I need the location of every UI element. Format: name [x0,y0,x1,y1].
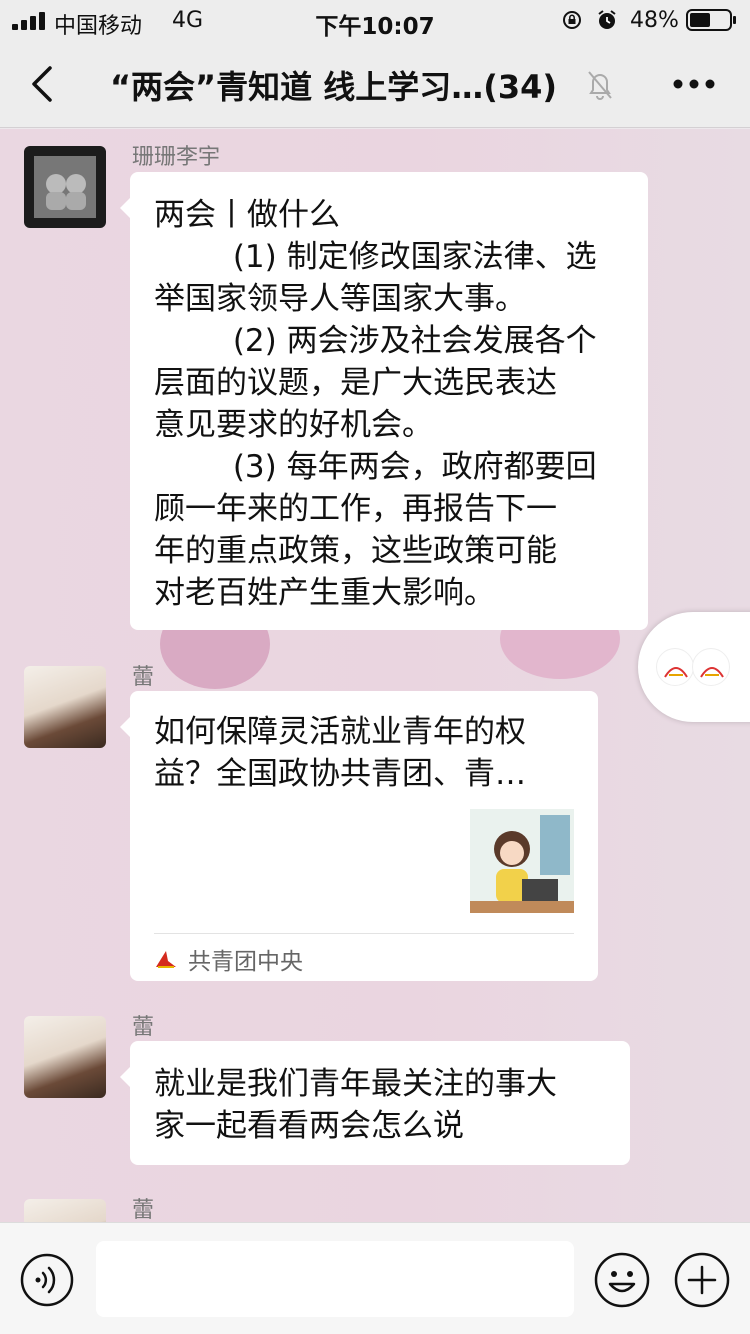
link-card[interactable]: 如何保障灵活就业青年的权 益？全国政协共青团、青… 共青团中央 [120,691,598,981]
avatar[interactable] [24,666,106,748]
bears-avatar-icon [34,156,96,218]
plus-circle-icon[interactable] [674,1252,730,1308]
message-line: (1) 制定修改国家法律、选 [154,239,597,275]
message-line: 顾一年来的工作，再报告下一 [154,491,557,527]
status-bar: 中国移动 4G 下午10:07 48% [0,0,750,40]
smiley-icon[interactable] [594,1252,650,1308]
input-bar [0,1222,750,1334]
chat-title: “两会”青知道 线上学习…(34) [110,68,557,106]
mini-program-logo-icon [692,648,730,686]
message-line: 家一起看看两会怎么说 [154,1108,464,1144]
chat-header: “两会”青知道 线上学习…(34) [0,40,750,128]
divider [154,933,574,934]
message-input[interactable] [96,1241,574,1317]
sender-name: 珊珊李宇 [132,145,221,170]
message-line: 意见要求的好机会。 [154,407,433,443]
message-line: 两会丨做什么 [154,197,340,233]
alarm-icon [598,10,616,29]
more-icon[interactable] [672,78,716,90]
message-line: 层面的议题，是广大选民表达 [154,365,557,401]
floating-mini-program-button[interactable] [638,612,750,722]
voice-icon[interactable] [20,1253,74,1307]
sender-name: 蕾 [132,665,155,690]
avatar[interactable] [24,146,106,228]
battery-icon [686,9,736,31]
avatar[interactable] [24,1016,106,1098]
card-source-name: 共青团中央 [188,949,303,975]
card-title-line: 益？全国政协共青团、青… [154,756,526,792]
message-line: 年的重点政策，这些政策可能 [154,533,557,569]
message-line: 就业是我们青年最关注的事大 [154,1066,557,1102]
message-line: 对老百姓产生重大影响。 [154,575,495,611]
message-list[interactable]: 珊珊李宇 两会丨做什么 (1) 制定修改国家法律、选 举国家领导人等国家大事。 … [0,129,750,1222]
back-icon[interactable] [28,64,58,104]
message-line: 举国家领导人等国家大事。 [154,281,526,317]
battery-percent: 48% [630,8,679,33]
youth-league-logo-icon [156,951,176,968]
card-thumbnail [470,809,574,913]
bell-slash-icon [588,71,612,100]
mini-program-logo-icon [656,648,694,686]
sender-name: 蕾 [132,1198,155,1222]
card-title-line: 如何保障灵活就业青年的权 [154,714,526,750]
message-bubble[interactable]: 就业是我们青年最关注的事大 家一起看看两会怎么说 [120,1041,630,1165]
message-bubble[interactable]: 两会丨做什么 (1) 制定修改国家法律、选 举国家领导人等国家大事。 (2) 两… [120,172,648,630]
message-line: (2) 两会涉及社会发展各个 [154,323,597,359]
sender-name: 蕾 [132,1015,155,1040]
avatar[interactable] [24,1199,106,1222]
rotation-lock-icon [563,11,581,29]
message-line: (3) 每年两会，政府都要回 [154,449,597,485]
